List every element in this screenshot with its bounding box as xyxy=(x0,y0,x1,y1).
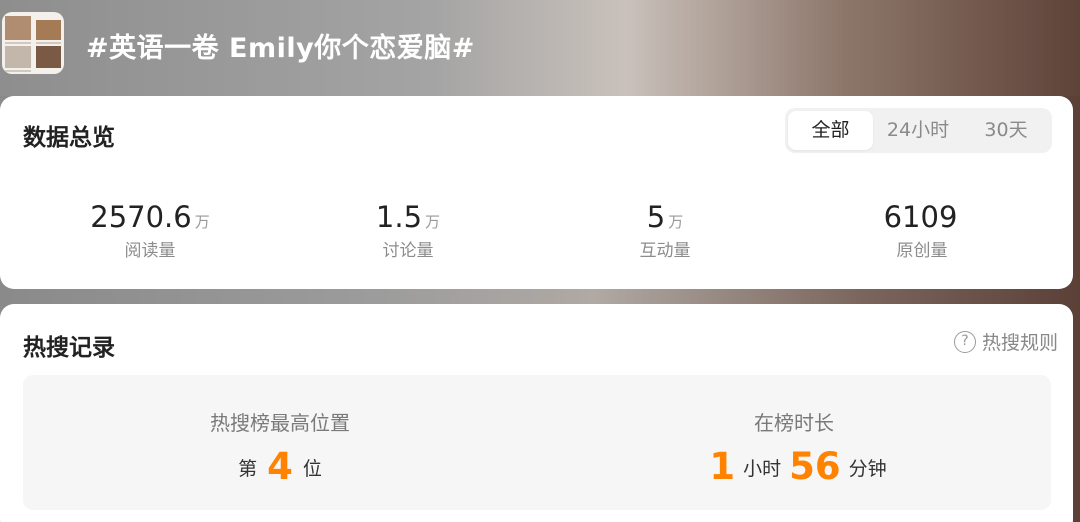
tab-24h[interactable]: 24小时 xyxy=(875,111,961,150)
stat-unit: 万 xyxy=(425,213,441,231)
thumbnail-text-line xyxy=(36,42,61,44)
duration-value: 1 小时 56 分钟 xyxy=(537,445,1051,488)
stat-label: 阅读量 xyxy=(124,241,176,261)
hot-search-card: 热搜记录 ? 热搜规则 热搜榜最高位置 第4位 在榜时长 1 小时 56 分钟 xyxy=(0,304,1073,522)
highest-rank-label: 热搜榜最高位置 xyxy=(210,411,350,435)
stat-label: 讨论量 xyxy=(382,241,434,261)
stat-value: 2570.6 xyxy=(90,200,192,234)
highest-rank-block: 热搜榜最高位置 第4位 xyxy=(23,375,537,510)
stat-interactions: 5万 互动量 xyxy=(535,200,795,261)
topic-header: #英语一卷 Emily你个恋爱脑# xyxy=(0,0,1080,96)
hot-search-panel: 热搜榜最高位置 第4位 在榜时长 1 小时 56 分钟 xyxy=(23,375,1051,510)
stat-value: 1.5 xyxy=(375,200,423,234)
stat-unit: 万 xyxy=(668,213,684,231)
thumbnail-photo xyxy=(5,16,31,40)
thumbnail-text-line xyxy=(5,70,31,72)
duration-label: 在榜时长 xyxy=(754,411,834,435)
hot-search-title: 热搜记录 xyxy=(23,335,115,361)
rank-suffix: 位 xyxy=(302,458,322,480)
thumbnail-photo xyxy=(5,46,31,68)
stat-unit: 万 xyxy=(194,213,210,231)
duration-minutes: 56 xyxy=(789,445,841,488)
data-overview-card: 数据总览 全部 24小时 30天 2570.6 万 阅读量 1.5 万 讨论量 5万… xyxy=(0,96,1073,289)
stat-label: 原创量 xyxy=(896,241,948,261)
stat-original: 6109 原创量 xyxy=(792,200,1052,261)
stat-label: 互动量 xyxy=(639,241,691,261)
tab-all[interactable]: 全部 xyxy=(788,111,873,150)
overview-title: 数据总览 xyxy=(23,125,115,151)
hours-unit: 小时 xyxy=(743,458,782,480)
highest-rank-value: 第4位 xyxy=(23,445,537,488)
minutes-unit: 分钟 xyxy=(848,458,887,480)
hot-search-rules-link[interactable]: ? 热搜规则 xyxy=(953,328,1058,355)
rank-prefix: 第 xyxy=(238,458,258,480)
time-range-selector: 全部 24小时 30天 xyxy=(785,108,1052,153)
thumbnail-photo xyxy=(36,46,61,68)
stat-reads: 2570.6 万 阅读量 xyxy=(20,200,280,261)
rank-number: 4 xyxy=(267,445,293,488)
thumbnail-photo xyxy=(36,20,61,40)
duration-hours: 1 xyxy=(709,445,736,488)
topic-thumbnail[interactable] xyxy=(2,12,64,74)
rules-label: 热搜规则 xyxy=(981,332,1058,354)
question-circle-icon: ? xyxy=(953,330,976,353)
tab-30d[interactable]: 30天 xyxy=(963,111,1049,150)
topic-title: #英语一卷 Emily你个恋爱脑# xyxy=(86,33,475,64)
duration-block: 在榜时长 1 小时 56 分钟 xyxy=(537,375,1051,510)
stat-value: 5 xyxy=(646,200,666,234)
thumbnail-text-line xyxy=(5,42,31,44)
stat-value: 6109 xyxy=(883,200,958,234)
stat-discussions: 1.5 万 讨论量 xyxy=(278,200,538,261)
